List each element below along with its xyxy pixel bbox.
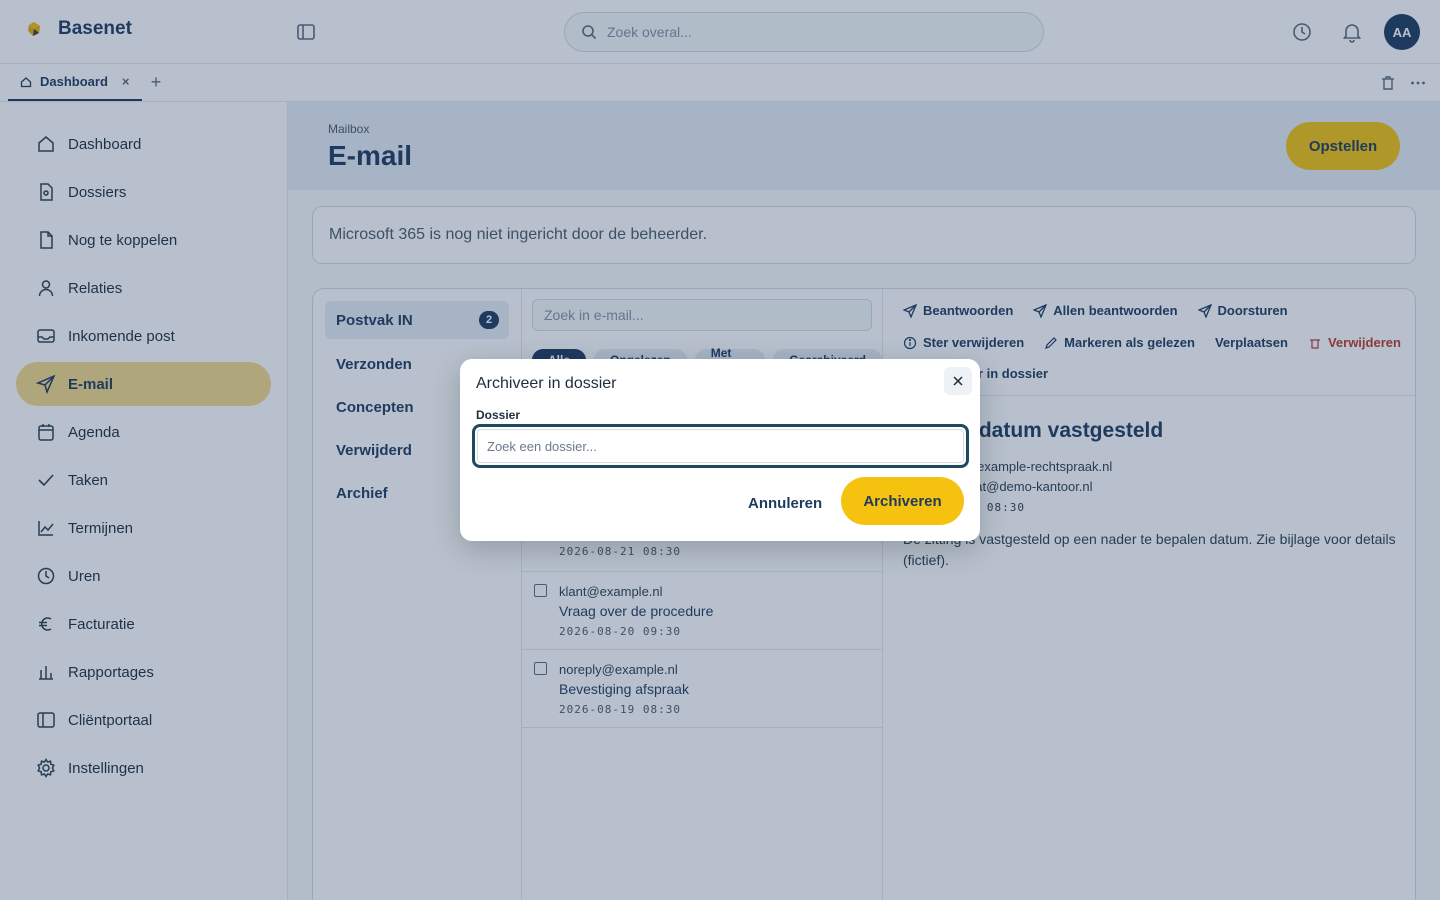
archive-button[interactable]: Archiveren	[841, 477, 964, 525]
dossier-field-label: Dossier	[476, 408, 521, 422]
dialog-close-button[interactable]	[944, 367, 972, 395]
dossier-search-input[interactable]	[477, 429, 964, 463]
dialog-title: Archiveer in dossier	[476, 375, 617, 392]
close-icon	[953, 376, 963, 386]
cancel-button[interactable]: Annuleren	[738, 483, 832, 523]
dossier-field-focus-ring	[472, 424, 969, 468]
app-root: Basenet AA Dashboard × + Dashboard D	[0, 0, 1440, 900]
archive-dialog: Archiveer in dossier Dossier Annuleren A…	[460, 359, 980, 541]
